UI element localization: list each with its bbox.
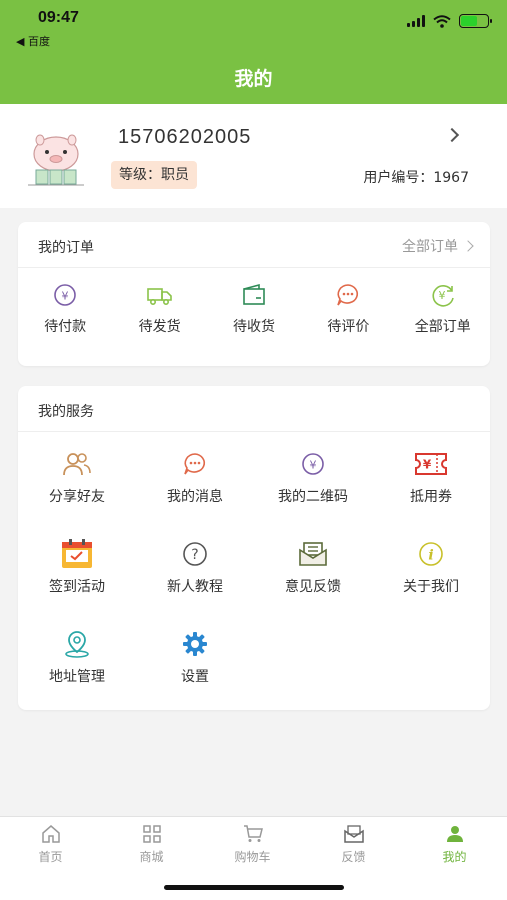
back-to-app-link[interactable]: ◀ 百度 — [16, 33, 50, 49]
tab-home[interactable]: 首页 — [0, 825, 101, 865]
mail-icon — [343, 825, 364, 843]
cart-icon — [243, 825, 263, 842]
info-icon: i — [419, 542, 443, 566]
all-orders-label: 全部订单 — [402, 239, 458, 255]
service-label: 新人教程 — [167, 579, 223, 595]
service-tutorial[interactable]: ? 新人教程 — [136, 540, 254, 596]
service-label: 意见反馈 — [285, 579, 341, 595]
chevron-right-icon — [462, 240, 474, 252]
yen-refresh-icon: ¥ — [432, 285, 454, 307]
tab-mall[interactable]: 商城 — [101, 825, 202, 865]
orders-card: 我的订单 全部订单 ¥ 待付款 待发货 待收货 待评价 ¥ 全部订单 — [18, 222, 490, 366]
order-label: 全部订单 — [414, 319, 471, 335]
profile-card[interactable]: 15706202005 等级：职员 用户编号：1967 — [0, 104, 507, 208]
orders-header: 我的订单 全部订单 — [18, 222, 490, 268]
svg-text:i: i — [428, 548, 433, 564]
order-pending-payment[interactable]: ¥ 待付款 — [18, 282, 112, 336]
order-pending-receipt[interactable]: 待收货 — [207, 282, 301, 336]
service-share-friends[interactable]: 分享好友 — [18, 450, 136, 506]
svg-text:?: ? — [191, 547, 198, 563]
battery-icon — [459, 14, 492, 28]
tab-feedback[interactable]: 反馈 — [303, 825, 404, 865]
service-label: 签到活动 — [49, 579, 105, 595]
calendar-check-icon — [62, 539, 92, 568]
message-icon — [184, 453, 206, 475]
home-indicator[interactable] — [164, 885, 344, 890]
users-icon — [63, 453, 91, 476]
tab-label: 首页 — [38, 850, 63, 864]
service-label: 分享好友 — [49, 489, 105, 505]
service-label: 设置 — [181, 669, 209, 685]
service-label: 抵用券 — [410, 489, 452, 505]
service-label: 我的二维码 — [278, 489, 348, 505]
svg-text:¥: ¥ — [310, 459, 317, 472]
grid-icon — [142, 825, 161, 843]
page-title: 我的 — [234, 68, 273, 90]
signal-icon — [407, 15, 425, 27]
help-icon: ? — [183, 542, 207, 566]
yen-circle-icon: ¥ — [302, 453, 324, 475]
order-pending-shipment[interactable]: 待发货 — [112, 282, 206, 336]
svg-text:¥: ¥ — [423, 458, 432, 472]
svg-text:¥: ¥ — [438, 289, 445, 302]
user-id: 用户编号：1967 — [363, 170, 469, 186]
user-phone: 15706202005 — [118, 126, 252, 148]
status-indicators — [407, 14, 492, 28]
wifi-icon — [433, 14, 451, 28]
service-label: 关于我们 — [403, 579, 459, 595]
service-feedback[interactable]: 意见反馈 — [254, 540, 372, 596]
service-qrcode[interactable]: ¥ 我的二维码 — [254, 450, 372, 506]
svg-text:¥: ¥ — [62, 290, 69, 303]
service-about[interactable]: i 关于我们 — [372, 540, 490, 596]
top-bar: 09:47 ◀ 百度 我的 — [0, 0, 507, 104]
truck-icon — [146, 288, 172, 305]
envelope-icon — [299, 542, 327, 566]
gear-icon — [183, 632, 207, 656]
order-pending-review[interactable]: 待评价 — [301, 282, 395, 336]
services-card: 我的服务 分享好友 我的消息 ¥ 我的二维码 ¥ 抵用券 签到活动 ? 新人教程… — [18, 386, 490, 710]
service-checkin[interactable]: 签到活动 — [18, 539, 136, 596]
coupon-icon: ¥ — [415, 453, 447, 475]
chevron-right-icon[interactable] — [444, 127, 460, 143]
tab-cart[interactable]: 购物车 — [202, 825, 303, 865]
location-icon — [65, 631, 89, 658]
status-time: 09:47 — [38, 9, 79, 26]
tab-mine[interactable]: 我的 — [404, 825, 505, 865]
service-label: 地址管理 — [49, 669, 105, 685]
tab-label: 反馈 — [341, 850, 366, 864]
yen-circle-icon: ¥ — [54, 284, 76, 306]
services-title: 我的服务 — [38, 404, 94, 420]
tab-label: 商城 — [139, 850, 164, 864]
person-icon — [446, 826, 463, 842]
order-all[interactable]: ¥ 全部订单 — [396, 282, 490, 336]
home-icon — [41, 825, 60, 843]
tab-label: 我的 — [442, 850, 467, 864]
tab-label: 购物车 — [234, 850, 271, 864]
order-label: 待收货 — [232, 319, 275, 335]
chat-bubble-icon — [337, 284, 359, 306]
service-coupons[interactable]: ¥ 抵用券 — [372, 450, 490, 506]
level-badge: 等级：职员 — [111, 161, 197, 189]
all-orders-link[interactable]: 全部订单 — [402, 236, 474, 256]
orders-title: 我的订单 — [38, 240, 94, 256]
order-label: 待发货 — [138, 319, 181, 335]
wallet-icon — [243, 283, 265, 305]
order-label: 待评价 — [327, 319, 370, 335]
order-label: 待付款 — [44, 319, 87, 335]
services-header: 我的服务 — [18, 386, 490, 432]
service-label: 我的消息 — [167, 489, 223, 505]
avatar[interactable] — [24, 128, 88, 190]
service-address[interactable]: 地址管理 — [18, 630, 136, 686]
service-settings[interactable]: 设置 — [136, 630, 254, 686]
service-messages[interactable]: 我的消息 — [136, 450, 254, 506]
